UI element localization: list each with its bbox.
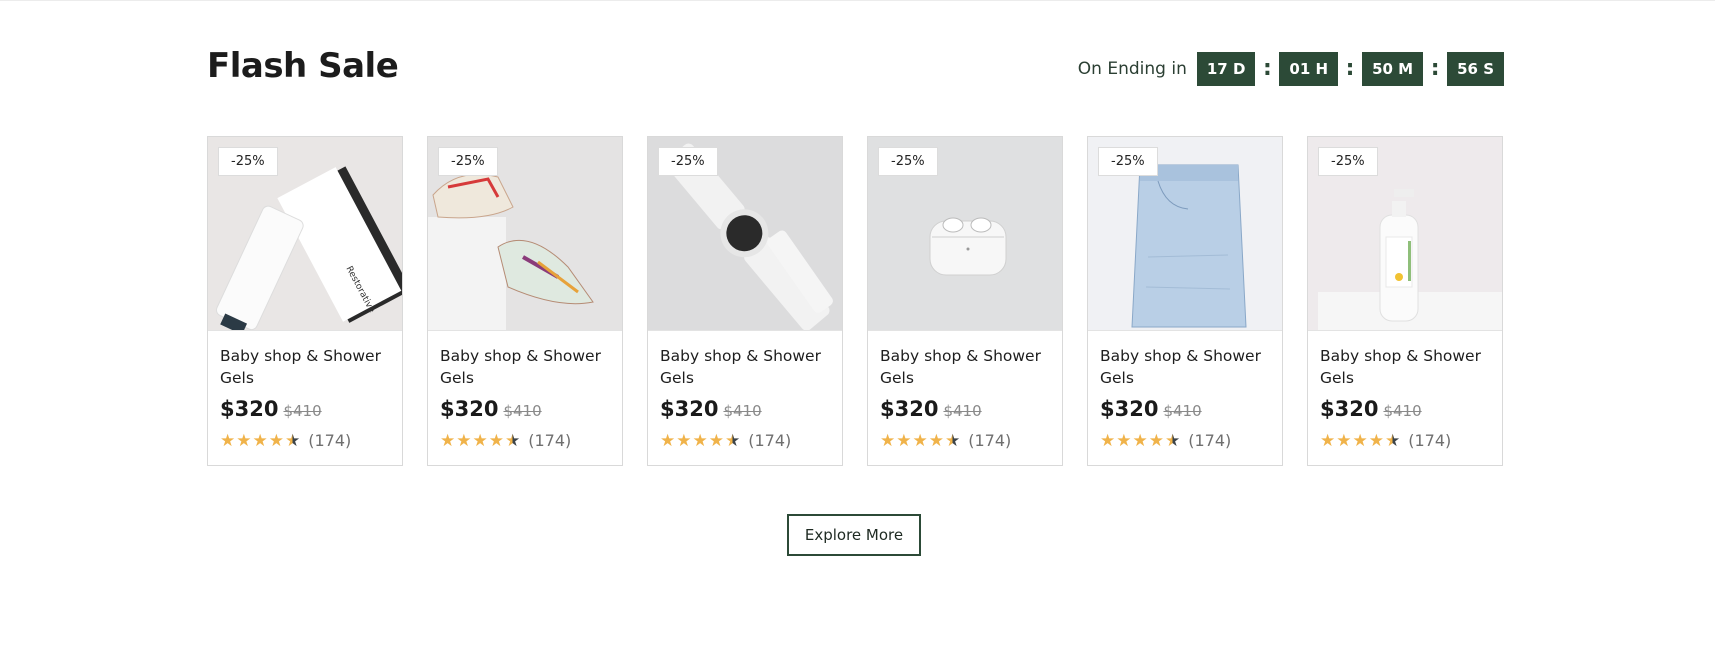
product-name[interactable]: Baby shop & Shower Gels	[880, 345, 1050, 389]
product-price: $320	[440, 397, 499, 421]
product-card[interactable]: -25% Baby shop & Shower Gels $320 $410 ★…	[1087, 136, 1283, 466]
product-name[interactable]: Baby shop & Shower Gels	[220, 345, 390, 389]
countdown-hours: 01 H	[1279, 52, 1339, 86]
discount-badge: -25%	[438, 147, 498, 176]
section-title: Flash Sale	[207, 46, 399, 86]
review-count: (174)	[968, 431, 1012, 450]
star-icon: ★	[1100, 431, 1116, 450]
discount-badge: -25%	[1098, 147, 1158, 176]
product-price: $320	[1320, 397, 1379, 421]
product-rating: ★ ★ ★ ★ ★ (174)	[660, 431, 830, 450]
product-rating: ★ ★ ★ ★ ★ (174)	[220, 431, 390, 450]
star-rating-icon: ★ ★ ★ ★ ★	[220, 432, 300, 449]
product-rating: ★ ★ ★ ★ ★ (174)	[440, 431, 610, 450]
star-rating-icon: ★ ★ ★ ★ ★	[660, 432, 740, 449]
review-count: (174)	[1188, 431, 1232, 450]
star-icon: ★	[1320, 431, 1336, 450]
countdown-label: On Ending in	[1077, 59, 1187, 79]
product-name[interactable]: Baby shop & Shower Gels	[440, 345, 610, 389]
product-rating: ★ ★ ★ ★ ★ (174)	[880, 431, 1050, 450]
countdown-minutes: 50 M	[1362, 52, 1424, 86]
star-icon: ★	[220, 431, 236, 450]
product-card[interactable]: -25% Baby shop & Shower Gels $320 $410 ★…	[647, 136, 843, 466]
product-image[interactable]: -25%	[868, 137, 1062, 331]
star-icon: ★	[676, 431, 692, 450]
star-icon: ★	[440, 431, 456, 450]
discount-badge: -25%	[658, 147, 718, 176]
product-name[interactable]: Baby shop & Shower Gels	[1320, 345, 1490, 389]
half-star-icon: ★	[505, 431, 521, 450]
star-icon: ★	[1352, 431, 1368, 450]
star-icon: ★	[692, 431, 708, 450]
review-count: (174)	[1408, 431, 1452, 450]
product-old-price: $410	[283, 402, 322, 420]
star-icon: ★	[928, 431, 944, 450]
star-rating-icon: ★ ★ ★ ★ ★	[440, 432, 520, 449]
star-icon: ★	[1132, 431, 1148, 450]
star-rating-icon: ★ ★ ★ ★ ★	[880, 432, 960, 449]
product-card[interactable]: -25% Baby shop & Shower Gels $320 $410 ★…	[1307, 136, 1503, 466]
product-image[interactable]: -25%	[1308, 137, 1502, 331]
countdown-timer: On Ending in 17 D : 01 H : 50 M : 56 S	[1078, 52, 1504, 86]
star-icon: ★	[1116, 431, 1132, 450]
star-icon: ★	[268, 431, 284, 450]
star-icon: ★	[660, 431, 676, 450]
product-price: $320	[660, 397, 719, 421]
product-name[interactable]: Baby shop & Shower Gels	[660, 345, 830, 389]
product-rating: ★ ★ ★ ★ ★ (174)	[1100, 431, 1270, 450]
star-icon: ★	[708, 431, 724, 450]
countdown-seconds: 56 S	[1447, 52, 1504, 86]
star-rating-icon: ★ ★ ★ ★ ★	[1320, 432, 1400, 449]
product-card[interactable]: -25% Baby shop & Shower Gels $320 $410 ★…	[867, 136, 1063, 466]
product-old-price: $410	[503, 402, 542, 420]
explore-more-button[interactable]: Explore More	[787, 514, 921, 556]
product-image[interactable]: -25%	[648, 137, 842, 331]
product-card[interactable]: -25% Baby shop & Shower Gels $320 $410 ★…	[427, 136, 623, 466]
review-count: (174)	[308, 431, 352, 450]
product-rating: ★ ★ ★ ★ ★ (174)	[1320, 431, 1490, 450]
discount-badge: -25%	[218, 147, 278, 176]
countdown-separator: :	[1345, 56, 1355, 81]
countdown-separator: :	[1263, 56, 1272, 81]
half-star-icon: ★	[945, 431, 961, 450]
star-icon: ★	[1336, 431, 1352, 450]
product-price: $320	[880, 397, 939, 421]
product-card[interactable]: Restorative -25% Baby shop & Shower Gels…	[207, 136, 403, 466]
product-image[interactable]: Restorative -25%	[208, 137, 402, 331]
countdown-days: 17 D	[1196, 52, 1256, 86]
product-old-price: $410	[723, 402, 762, 420]
flash-sale-section: Flash Sale On Ending in 17 D : 01 H : 50…	[207, 0, 1504, 646]
star-icon: ★	[472, 431, 488, 450]
product-old-price: $410	[1163, 402, 1202, 420]
discount-badge: -25%	[1318, 147, 1378, 176]
review-count: (174)	[748, 431, 792, 450]
product-old-price: $410	[943, 402, 982, 420]
star-icon: ★	[896, 431, 912, 450]
product-price: $320	[220, 397, 279, 421]
star-icon: ★	[488, 431, 504, 450]
product-name[interactable]: Baby shop & Shower Gels	[1100, 345, 1270, 389]
star-icon: ★	[880, 431, 896, 450]
review-count: (174)	[528, 431, 572, 450]
half-star-icon: ★	[1165, 431, 1181, 450]
product-list: Restorative -25% Baby shop & Shower Gels…	[207, 136, 1503, 466]
product-price: $320	[1100, 397, 1159, 421]
half-star-icon: ★	[725, 431, 741, 450]
star-icon: ★	[1148, 431, 1164, 450]
product-image[interactable]: -25%	[428, 137, 622, 331]
product-image[interactable]: -25%	[1088, 137, 1282, 331]
star-icon: ★	[1368, 431, 1384, 450]
star-icon: ★	[252, 431, 268, 450]
star-icon: ★	[456, 431, 472, 450]
star-rating-icon: ★ ★ ★ ★ ★	[1100, 432, 1180, 449]
countdown-separator: :	[1430, 56, 1440, 81]
half-star-icon: ★	[285, 431, 301, 450]
star-icon: ★	[236, 431, 252, 450]
product-old-price: $410	[1383, 402, 1422, 420]
discount-badge: -25%	[878, 147, 938, 176]
star-icon: ★	[912, 431, 928, 450]
half-star-icon: ★	[1385, 431, 1401, 450]
